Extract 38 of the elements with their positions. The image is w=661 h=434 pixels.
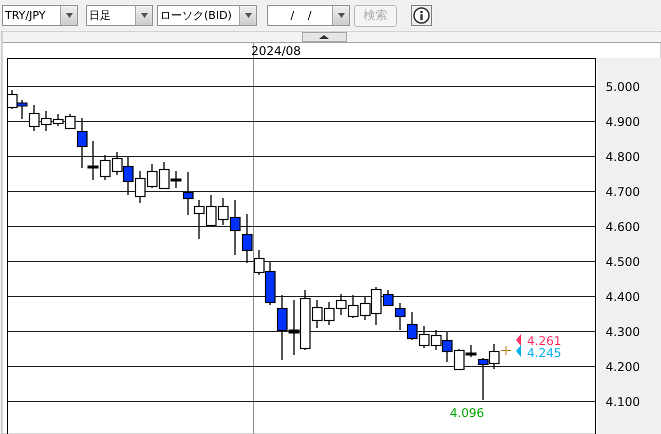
candlestick — [134, 171, 146, 203]
current-price-tick — [500, 346, 512, 356]
chart-type-select[interactable]: ローソク(BID) — [157, 5, 257, 26]
candlestick — [288, 300, 300, 355]
low-price-label: 4.096 — [450, 406, 484, 420]
date-label: 2024/08 — [251, 44, 301, 58]
collapse-button[interactable] — [302, 32, 347, 42]
caret-icon — [338, 13, 344, 18]
candlestick — [336, 294, 347, 315]
price-axis-label: 4.500 — [606, 255, 640, 269]
price-axis-label: 5.000 — [606, 80, 640, 94]
info-icon — [413, 7, 430, 24]
price-axis-label: 4.900 — [606, 115, 640, 129]
candlestick — [194, 200, 205, 239]
period-select[interactable]: 日足 — [86, 5, 153, 26]
price-axis-label: 4.400 — [606, 290, 640, 304]
date-select[interactable]: / / — [267, 5, 350, 26]
price-marker-label: 4.245 — [527, 346, 562, 360]
candlestick — [206, 195, 217, 226]
currency-pair-select[interactable]: TRY/JPY — [2, 5, 78, 26]
price-axis-label: 4.100 — [606, 395, 640, 409]
candlestick — [418, 326, 430, 348]
caret-icon — [140, 13, 148, 18]
price-marker-label: 4.261 — [527, 334, 562, 348]
price-axis-label: 4.800 — [606, 150, 640, 164]
caret-icon — [244, 13, 252, 18]
caret-icon — [66, 13, 72, 18]
candlestick — [28, 105, 40, 131]
candlestick — [348, 295, 359, 318]
price-axis-label: 4.300 — [606, 325, 640, 339]
candlestick — [324, 302, 335, 325]
candlestick — [146, 164, 158, 188]
candlestick — [16, 100, 28, 119]
price-axis-label: 4.200 — [606, 360, 640, 374]
price-axis-label: 4.600 — [606, 220, 640, 234]
candlestick — [406, 312, 418, 340]
price-axis-label: 4.700 — [606, 185, 640, 199]
info-button[interactable] — [411, 5, 432, 26]
